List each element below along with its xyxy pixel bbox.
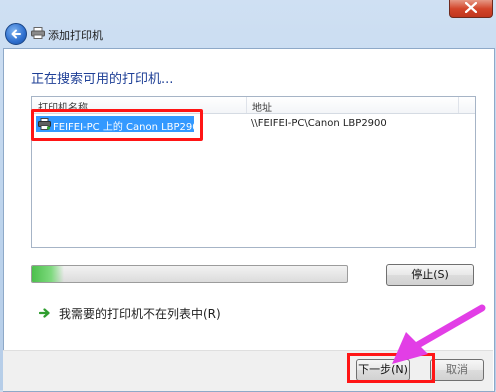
- search-progress-bar: [31, 265, 348, 283]
- window-title: 添加打印机: [48, 29, 103, 42]
- back-button[interactable]: [5, 23, 27, 45]
- progress-fill: [32, 266, 64, 282]
- column-divider[interactable]: [246, 97, 247, 113]
- link-label: 我需要的打印机不在列表中(R): [59, 307, 221, 321]
- selection-highlight-box: [31, 109, 203, 141]
- close-icon: [465, 2, 477, 13]
- printer-address: \\FEIFEI-PC\Canon LBP2900: [251, 118, 387, 129]
- stop-button[interactable]: 停止(S): [386, 264, 474, 286]
- close-button[interactable]: [449, 0, 493, 18]
- column-divider[interactable]: [458, 97, 459, 113]
- printer-icon: [31, 27, 45, 39]
- annotation-arrow-icon: [392, 304, 486, 364]
- back-arrow-icon: [11, 29, 21, 39]
- page-heading: 正在搜索可用的打印机...: [31, 72, 174, 87]
- arrow-right-icon: [39, 308, 50, 318]
- title-bar: 添加打印机: [0, 18, 496, 45]
- column-header-address[interactable]: 地址: [252, 99, 272, 114]
